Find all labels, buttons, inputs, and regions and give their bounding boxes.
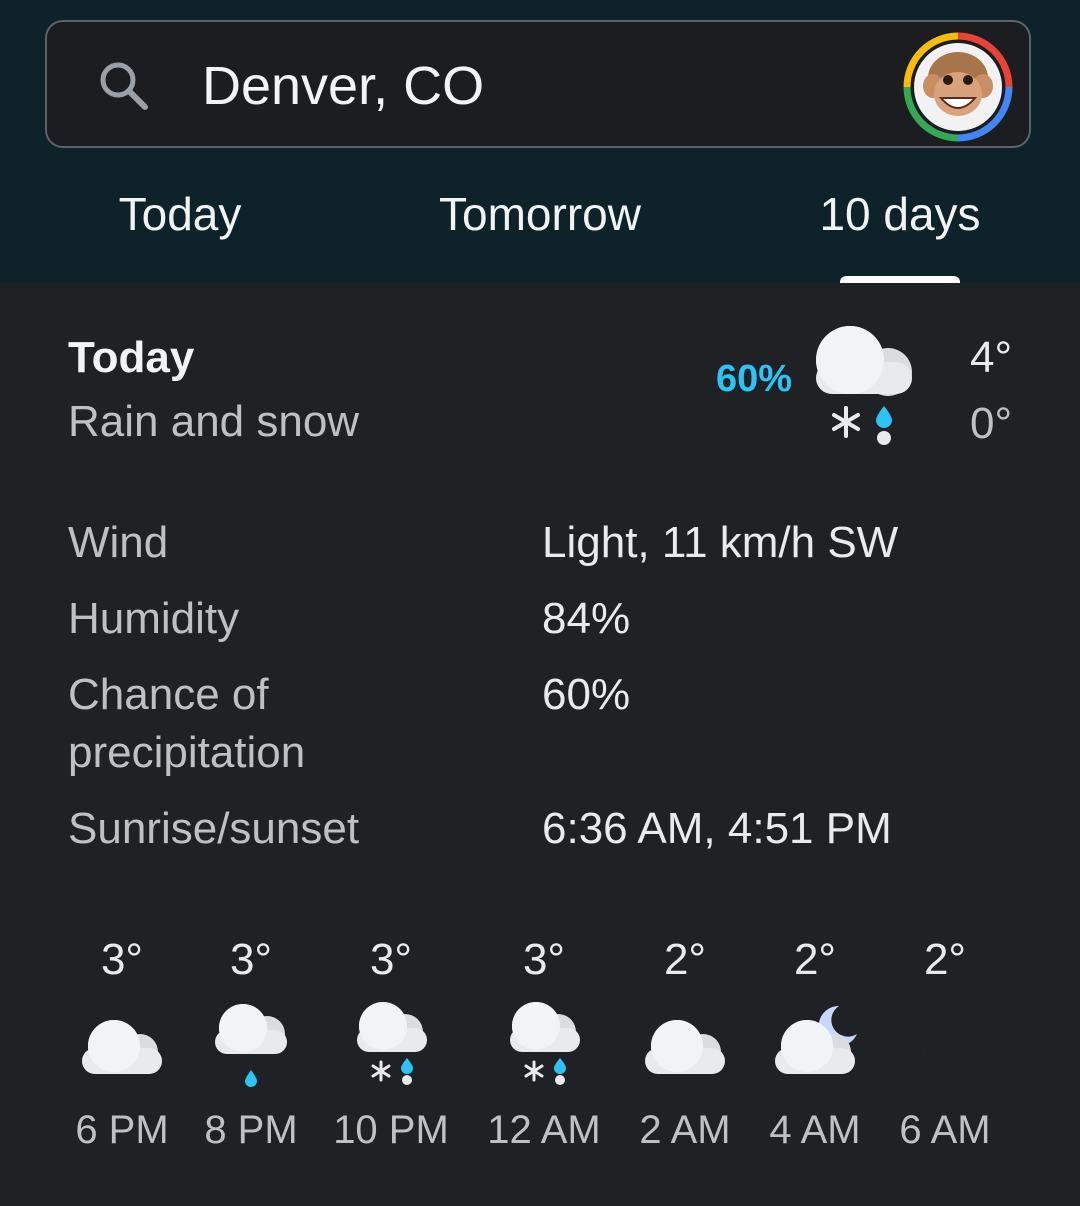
cloudy-night-icon xyxy=(775,1005,857,1074)
temperature-high: 4° xyxy=(970,333,1013,382)
moon-icon xyxy=(922,1008,979,1081)
cloudy-icon xyxy=(82,1020,162,1074)
weather-condition: Rain and snow xyxy=(68,397,360,446)
hourly-temp: 3° xyxy=(369,935,413,984)
day-title: Today xyxy=(68,333,195,382)
cloud-rain-snow-icon xyxy=(510,1002,580,1085)
cloud-rain-snow-icon xyxy=(357,1002,427,1085)
cloud-rain-icon xyxy=(215,1004,287,1087)
hourly-time: 8 PM xyxy=(204,1108,298,1152)
tab-today[interactable]: Today xyxy=(60,184,300,244)
precipitation-value: 60% xyxy=(542,670,631,719)
humidity-label: Humidity xyxy=(68,594,240,643)
sunrise-sunset-label: Sunrise/sunset xyxy=(68,804,360,853)
hourly-time: 6 AM xyxy=(899,1108,991,1152)
precipitation-chance: 60% xyxy=(716,358,793,400)
search-icon[interactable] xyxy=(96,58,152,114)
tab-tomorrow[interactable]: Tomorrow xyxy=(410,184,670,244)
hourly-temp: 2° xyxy=(793,935,837,984)
precipitation-label: Chance of precipitation xyxy=(68,670,306,777)
hourly-temp: 2° xyxy=(923,935,967,984)
hourly-time: 12 AM xyxy=(487,1108,601,1152)
cloudy-icon xyxy=(645,1020,725,1074)
sunrise-sunset-value: 6:36 AM, 4:51 PM xyxy=(542,804,892,853)
wind-value: Light, 11 km/h SW xyxy=(542,518,899,567)
selected-tab-indicator xyxy=(840,276,960,283)
hourly-time: 10 PM xyxy=(333,1108,449,1152)
humidity-value: 84% xyxy=(542,594,631,643)
wind-label: Wind xyxy=(68,518,169,567)
hourly-temp: 2° xyxy=(663,935,707,984)
hourly-temp: 3° xyxy=(100,935,144,984)
cloud-rain-snow-icon xyxy=(816,326,912,445)
tab-10-days[interactable]: 10 days xyxy=(780,184,1020,244)
app-header: Denver, CO Today Tomorrow 10 days xyxy=(0,0,1080,283)
hourly-temp: 3° xyxy=(522,935,566,984)
search-bar[interactable] xyxy=(45,20,1031,148)
account-avatar[interactable] xyxy=(903,32,1013,142)
search-query-text[interactable]: Denver, CO xyxy=(202,54,484,118)
hourly-temp: 3° xyxy=(229,935,273,984)
temperature-low: 0° xyxy=(970,399,1013,448)
